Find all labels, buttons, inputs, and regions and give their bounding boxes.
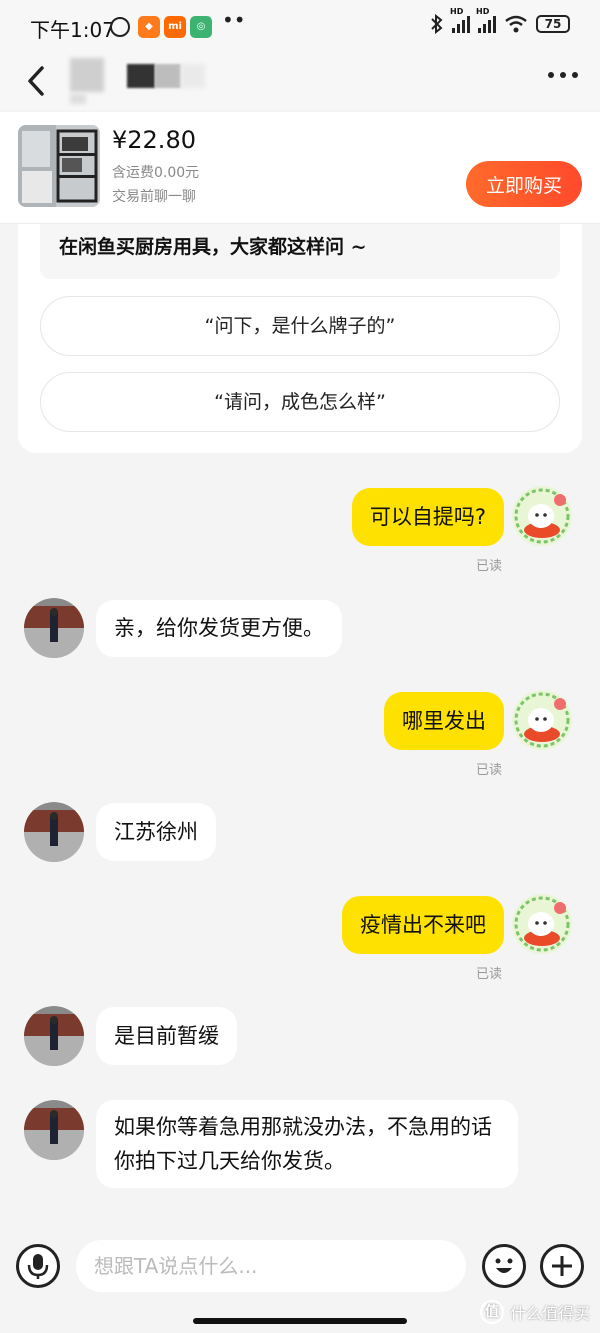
kitchen-rack-image — [18, 125, 100, 207]
my-avatar[interactable] — [512, 486, 572, 546]
battery-icon: 75 — [536, 15, 570, 33]
mijia-icon: ◎ — [190, 16, 212, 38]
message-bubble-self[interactable]: 可以自提吗? — [351, 488, 504, 546]
my-avatar[interactable] — [512, 690, 572, 750]
microphone-icon[interactable] — [16, 1244, 60, 1288]
message-bubble-other[interactable]: 江苏徐州 — [96, 803, 216, 861]
plus-icon[interactable] — [540, 1244, 584, 1288]
chat-note: 交易前聊一聊 — [112, 189, 196, 205]
more-icon[interactable] — [548, 72, 578, 78]
shipping-fee: 含运费0.00元 — [112, 165, 200, 181]
alarm-icon — [110, 17, 130, 37]
wifi-icon — [505, 15, 527, 33]
status-bar: 下午1:07 ◆ mi ◎ •• HD HD 75 — [0, 0, 600, 52]
read-status: 已读 — [476, 559, 503, 574]
message-bubble-self[interactable]: 疫情出不来吧 — [342, 896, 504, 954]
chat-header — [0, 52, 600, 110]
seller-avatar[interactable] — [24, 1100, 84, 1160]
watermark-badge: 值 — [479, 1300, 504, 1324]
status-more-dots: •• — [222, 8, 246, 32]
app-icon-orange: ◆ — [138, 16, 160, 38]
suggestion-question[interactable]: “问下，是什么牌子的” — [40, 296, 560, 356]
signal-icon-1: HD — [450, 7, 470, 33]
watermark-text: 什么值得买 — [509, 1304, 590, 1323]
status-right: HD HD 75 — [430, 7, 570, 34]
message-bubble-other[interactable]: 是目前暂缓 — [96, 1007, 237, 1065]
product-thumbnail[interactable] — [18, 125, 100, 207]
back-icon[interactable] — [22, 60, 52, 102]
redacted-name — [181, 64, 205, 88]
message-bubble-self[interactable]: 哪里发出 — [384, 692, 504, 750]
product-bar: ¥22.80 含运费0.00元 交易前聊一聊 立即购买 — [0, 112, 600, 224]
buy-now-button[interactable]: 立即购买 — [466, 161, 582, 207]
home-indicator[interactable] — [193, 1318, 407, 1324]
signal-icon-2: HD — [476, 7, 496, 33]
redacted-subtitle — [70, 94, 86, 104]
suggestion-card: 在闲鱼买厨房用具，大家都这样问 ~ “问下，是什么牌子的” “请问，成色怎么样” — [18, 224, 582, 453]
hd-label-2: HD — [476, 7, 490, 16]
hd-label-1: HD — [450, 7, 464, 16]
seller-avatar[interactable] — [24, 802, 84, 862]
redacted-name — [155, 64, 181, 88]
redacted-avatar — [70, 58, 104, 92]
message-bubble-other[interactable]: 亲，给你发货更方便。 — [96, 600, 342, 657]
redacted-name — [127, 64, 155, 88]
message-input[interactable] — [76, 1240, 466, 1292]
message-bubble-other[interactable]: 如果你等着急用那就没办法，不急用的话你拍下过几天给你发货。 — [96, 1100, 518, 1188]
status-time: 下午1:07 — [30, 18, 115, 42]
seller-avatar[interactable] — [24, 598, 84, 658]
my-avatar[interactable] — [512, 894, 572, 954]
watermark: 值 什么值得买 — [479, 1300, 590, 1324]
suggestion-title: 在闲鱼买厨房用具，大家都这样问 ~ — [40, 224, 560, 279]
product-price: ¥22.80 — [112, 126, 196, 154]
bluetooth-icon — [431, 14, 443, 34]
suggestion-question[interactable]: “请问，成色怎么样” — [40, 372, 560, 432]
read-status: 已读 — [476, 967, 503, 982]
emoji-icon[interactable] — [482, 1244, 526, 1288]
read-status: 已读 — [476, 763, 503, 778]
seller-avatar[interactable] — [24, 1006, 84, 1066]
mi-icon: mi — [164, 16, 186, 38]
